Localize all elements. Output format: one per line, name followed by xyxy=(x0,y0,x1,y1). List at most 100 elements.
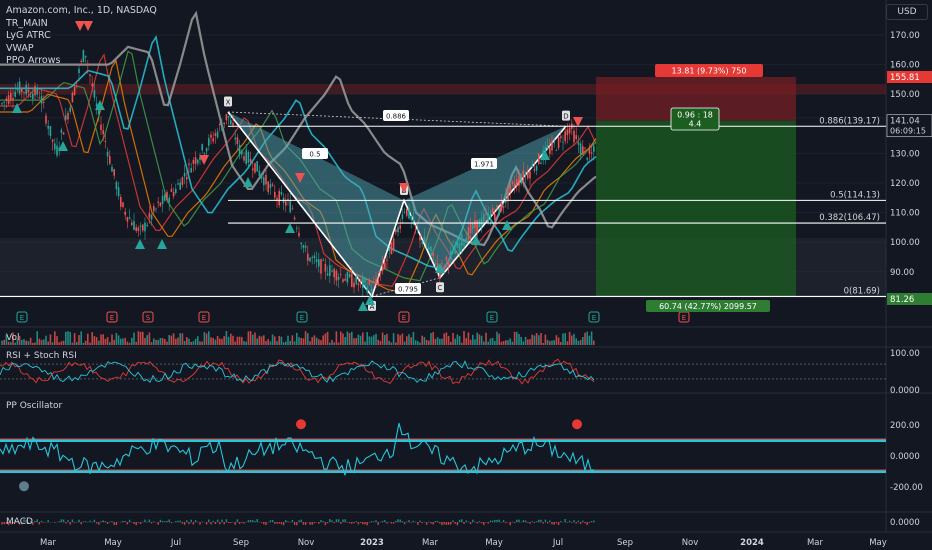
macd-histogram-bar xyxy=(353,522,355,524)
time-axis-tick: Nov xyxy=(298,538,315,548)
candle-body xyxy=(117,187,120,197)
volume-bar xyxy=(89,342,91,345)
macd-histogram-bar xyxy=(194,520,197,523)
macd-histogram-bar xyxy=(161,520,164,523)
risk-reward-line2: 4.4 xyxy=(689,120,702,129)
candle-body xyxy=(454,249,456,254)
macd-axis-tick: 0.0000 xyxy=(890,518,920,528)
candle-body xyxy=(582,146,584,155)
candle-body xyxy=(25,84,27,95)
candle-body xyxy=(313,255,316,258)
candle-body xyxy=(126,217,129,222)
candle-body xyxy=(7,95,10,104)
volume-bar xyxy=(375,333,377,345)
volume-bar xyxy=(443,333,445,345)
candle-body xyxy=(531,165,533,168)
macd-histogram-bar xyxy=(395,520,397,523)
macd-histogram-bar xyxy=(381,520,384,523)
currency-button[interactable]: USD xyxy=(886,4,928,20)
macd-histogram-bar xyxy=(522,520,525,523)
candle-body xyxy=(100,124,102,131)
indicator-ppo-arrows[interactable]: PPO Arrows xyxy=(6,55,157,68)
candle-body xyxy=(381,263,384,271)
candle-body xyxy=(267,181,269,192)
bottom-price-tag-text: 81.26 xyxy=(890,295,914,305)
indicator-tr-main[interactable]: TR_MAIN xyxy=(6,18,157,31)
indicator-vwap[interactable]: VWAP xyxy=(6,43,157,56)
volume-bar xyxy=(199,341,201,345)
candle-body xyxy=(157,201,159,203)
candle-body xyxy=(73,86,76,95)
candle-body xyxy=(256,161,258,172)
candle-body xyxy=(520,179,522,184)
macd-histogram-bar xyxy=(223,522,225,525)
volume-bar xyxy=(225,331,228,345)
volume-bar xyxy=(577,340,580,345)
candle-body xyxy=(263,177,265,186)
candle-body xyxy=(588,148,591,154)
candle-body xyxy=(445,256,448,261)
macd-histogram-bar xyxy=(291,519,294,523)
symbol-title[interactable]: Amazon.com, Inc., 1D, NASDAQ xyxy=(6,5,157,18)
candle-body xyxy=(315,259,318,262)
macd-histogram-bar xyxy=(375,520,377,523)
candle-body xyxy=(452,246,454,248)
volume-bar xyxy=(190,341,192,345)
macd-histogram-bar xyxy=(238,522,241,524)
macd-histogram-bar xyxy=(144,519,146,523)
price-axis-tick: 90.00 xyxy=(890,268,914,278)
volume-bar xyxy=(186,337,188,345)
macd-histogram-bar xyxy=(368,522,371,523)
macd-histogram-bar xyxy=(227,522,230,524)
volume-bar xyxy=(575,338,577,345)
macd-histogram-bar xyxy=(377,522,379,525)
macd-histogram-bar xyxy=(164,521,166,523)
candle-body xyxy=(249,158,252,163)
candle-body xyxy=(47,126,49,129)
volume-bar xyxy=(265,341,267,345)
candle-body xyxy=(298,232,300,237)
macd-histogram-bar xyxy=(62,519,65,523)
macd-histogram-bar xyxy=(60,519,63,523)
candle-body xyxy=(175,188,177,193)
macd-histogram-bar xyxy=(170,522,173,524)
candle-body xyxy=(377,278,379,285)
stop-label-text: 13.81 (9.73%) 750 xyxy=(672,67,747,76)
volume-bar xyxy=(164,339,166,345)
candle-body xyxy=(247,152,250,163)
volume-bar xyxy=(137,331,140,345)
macd-histogram-bar xyxy=(197,521,199,523)
volume-bar xyxy=(43,339,45,345)
rsi-axis-tick: 100.00 xyxy=(890,349,920,359)
volume-bar xyxy=(234,341,236,345)
volume-bar xyxy=(155,339,157,345)
volume-bar xyxy=(122,338,124,345)
last-price-text: 141.04 xyxy=(890,117,920,127)
macd-histogram-bar xyxy=(133,522,135,524)
candle-body xyxy=(590,152,593,154)
macd-histogram-bar xyxy=(54,522,56,523)
volume-bar xyxy=(278,335,280,345)
macd-histogram-bar xyxy=(168,519,170,523)
macd-histogram-bar xyxy=(82,521,85,523)
macd-histogram-bar xyxy=(280,522,283,525)
candle-body xyxy=(36,88,38,95)
indicator-lyg-atrc[interactable]: LyG ATRC xyxy=(6,30,157,43)
candle-body xyxy=(10,92,12,101)
macd-histogram-bar xyxy=(538,519,540,523)
candle-body xyxy=(12,98,14,100)
volume-bar xyxy=(309,341,311,345)
macd-histogram-bar xyxy=(445,522,448,525)
volume-bar xyxy=(29,337,32,345)
volume-bar xyxy=(298,337,300,345)
volume-bar xyxy=(23,339,25,345)
volume-bar xyxy=(588,335,591,345)
macd-histogram-bar xyxy=(304,522,307,525)
stock-chart[interactable]: 0.886(139.17) 0.5(114.13) 0.382(106.47) 0(8… xyxy=(0,0,932,550)
candle-body xyxy=(463,242,465,245)
volume-bar xyxy=(564,333,566,345)
candle-body xyxy=(212,138,214,142)
candle-body xyxy=(302,245,305,248)
harmonic-point-label: D xyxy=(563,113,568,121)
volume-bar xyxy=(183,341,186,345)
